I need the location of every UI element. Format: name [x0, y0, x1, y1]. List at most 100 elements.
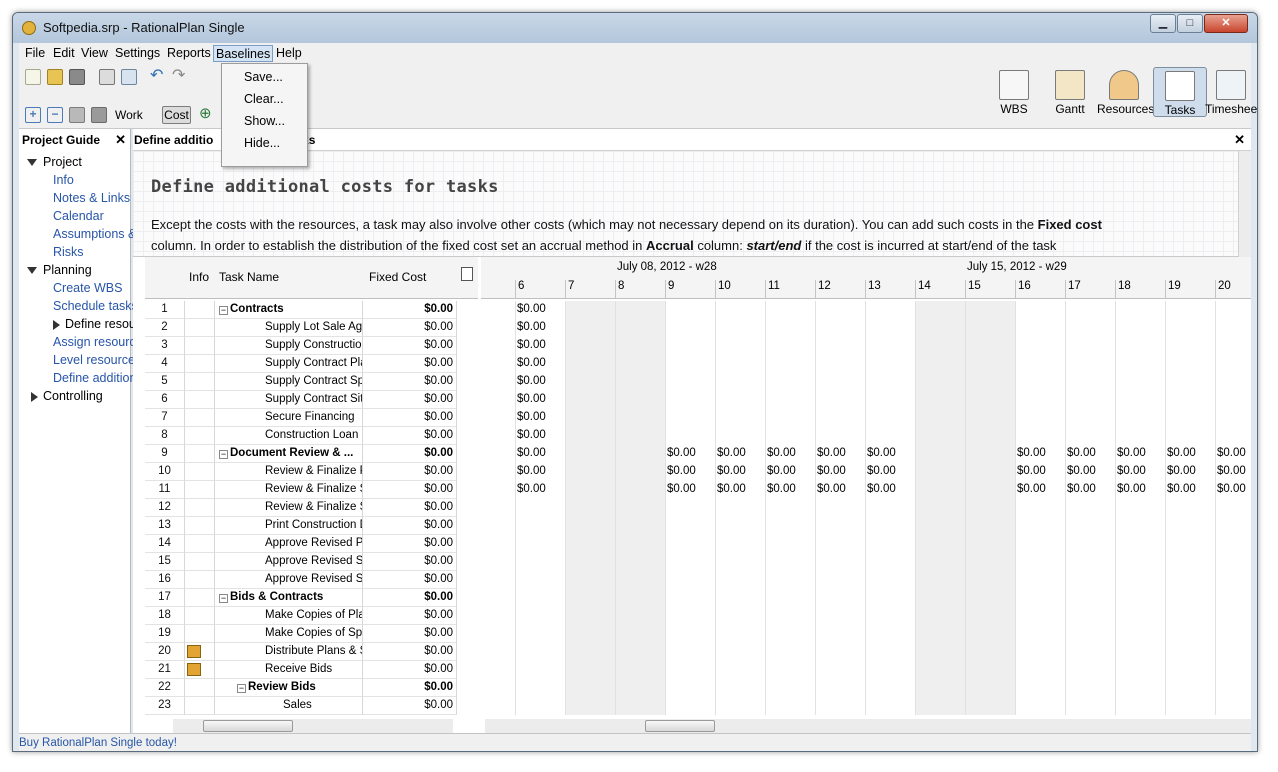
timeline-cost-cell[interactable]: $0.00: [865, 481, 915, 499]
fixed-cost-cell[interactable]: $0.00: [363, 391, 457, 409]
timeline-cost-cell[interactable]: $0.00: [865, 463, 915, 481]
task-name-cell[interactable]: Supply Lot Sale Agre...: [215, 319, 363, 337]
info-cell[interactable]: [185, 481, 215, 499]
fixed-cost-cell[interactable]: $0.00: [363, 481, 457, 499]
view-tasks-button[interactable]: Tasks: [1153, 67, 1207, 117]
info-cell[interactable]: [185, 355, 215, 373]
baseline-hide-item[interactable]: Hide...: [244, 136, 280, 150]
row-number[interactable]: 17: [145, 589, 185, 607]
info-cell[interactable]: [185, 679, 215, 697]
menu-edit[interactable]: Edit: [51, 45, 77, 62]
task-name-cell[interactable]: Print Construction Dr...: [215, 517, 363, 535]
info-cell[interactable]: [185, 607, 215, 625]
row-number[interactable]: 2: [145, 319, 185, 337]
print-icon[interactable]: [99, 69, 115, 85]
info-cell[interactable]: [185, 301, 215, 319]
task-table-hscroll[interactable]: [173, 719, 453, 733]
cost-toggle[interactable]: Cost: [162, 106, 191, 124]
collapse-node-icon[interactable]: −: [237, 684, 246, 693]
info-cell[interactable]: [185, 517, 215, 535]
timeline-cost-cell[interactable]: $0.00: [665, 481, 715, 499]
task-name-cell[interactable]: Make Copies of Plan...: [215, 607, 363, 625]
row-number[interactable]: 13: [145, 517, 185, 535]
title-bar[interactable]: Softpedia.srp - RationalPlan Single ▁ □ …: [13, 13, 1257, 43]
row-number[interactable]: 7: [145, 409, 185, 427]
fixed-cost-cell[interactable]: $0.00: [363, 625, 457, 643]
timeline-cost-cell[interactable]: $0.00: [815, 445, 865, 463]
collapse-node-icon[interactable]: −: [219, 594, 228, 603]
fixed-cost-cell[interactable]: $0.00: [363, 373, 457, 391]
fixed-cost-cell[interactable]: $0.00: [363, 535, 457, 553]
info-cell[interactable]: [185, 589, 215, 607]
timeline-cost-cell[interactable]: $0.00: [715, 463, 765, 481]
info-cell[interactable]: [185, 499, 215, 517]
help-scrollbar[interactable]: [1238, 151, 1251, 257]
row-number[interactable]: 15: [145, 553, 185, 571]
timeline-cost-cell[interactable]: $0.00: [1015, 445, 1065, 463]
timeline-cost-cell[interactable]: $0.00: [765, 463, 815, 481]
task-name-cell[interactable]: Supply Construction ...: [215, 337, 363, 355]
expand-icon[interactable]: +: [25, 107, 41, 123]
view-gantt-button[interactable]: Gantt: [1043, 67, 1097, 117]
info-cell[interactable]: [185, 445, 215, 463]
timeline-hscroll[interactable]: [485, 719, 1251, 733]
task-name-cell[interactable]: Supply Contract Spe...: [215, 373, 363, 391]
timeline-cost-cell[interactable]: $0.00: [865, 445, 915, 463]
guide-link-calendar[interactable]: Calendar: [53, 209, 104, 223]
redo-icon[interactable]: ↷: [172, 68, 188, 85]
undo-icon[interactable]: ↶: [150, 68, 166, 85]
info-cell[interactable]: [185, 661, 215, 679]
fixed-cost-cell[interactable]: $0.00: [363, 337, 457, 355]
info-cell[interactable]: [185, 409, 215, 427]
task-name-cell[interactable]: Make Copies of Spec...: [215, 625, 363, 643]
fixed-cost-cell[interactable]: $0.00: [363, 679, 457, 697]
task-name-cell[interactable]: − Review Bids: [215, 679, 363, 697]
fixed-cost-cell[interactable]: $0.00: [363, 571, 457, 589]
fixed-cost-cell[interactable]: $0.00: [363, 661, 457, 679]
task-name-cell[interactable]: Review & Finalize Sit...: [215, 499, 363, 517]
menu-help[interactable]: Help: [274, 45, 304, 62]
info-cell[interactable]: [185, 535, 215, 553]
guide-link-create-wbs[interactable]: Create WBS: [53, 281, 122, 295]
fixed-cost-cell[interactable]: $0.00: [363, 643, 457, 661]
timeline-cost-cell[interactable]: $0.00: [1115, 445, 1165, 463]
timeline-cost-cell[interactable]: $0.00: [665, 463, 715, 481]
task-name-cell[interactable]: Sales: [215, 697, 363, 715]
task-name-cell[interactable]: Supply Contract Site...: [215, 391, 363, 409]
col-header-task-name[interactable]: Task Name: [219, 270, 279, 284]
task-name-cell[interactable]: Approve Revised Sit...: [215, 571, 363, 589]
fixed-cost-cell[interactable]: $0.00: [363, 607, 457, 625]
resource-info-icon[interactable]: [187, 663, 201, 676]
expand-arrow-icon[interactable]: [27, 159, 37, 166]
timeline-cost-cell[interactable]: $0.00: [1215, 463, 1257, 481]
guide-link-assign-resources[interactable]: Assign resourc: [53, 335, 136, 349]
info-cell[interactable]: [185, 625, 215, 643]
open-icon[interactable]: [47, 69, 63, 85]
buy-link[interactable]: Buy RationalPlan Single today!: [19, 737, 177, 749]
guide-project[interactable]: Project: [43, 155, 82, 169]
info-cell[interactable]: [185, 553, 215, 571]
baseline-show-item[interactable]: Show...: [244, 114, 285, 128]
info-cell[interactable]: [185, 697, 215, 715]
new-icon[interactable]: [25, 69, 41, 85]
row-number[interactable]: 5: [145, 373, 185, 391]
row-number[interactable]: 10: [145, 463, 185, 481]
col-header-fixed-cost[interactable]: Fixed Cost: [369, 270, 426, 284]
info-cell[interactable]: [185, 373, 215, 391]
column-chooser-icon[interactable]: [461, 267, 473, 281]
timeline-cost-cell[interactable]: $0.00: [515, 301, 565, 319]
expand-arrow-icon[interactable]: [27, 267, 37, 274]
close-button[interactable]: ✕: [1204, 14, 1248, 33]
fixed-cost-cell[interactable]: $0.00: [363, 445, 457, 463]
info-cell[interactable]: [185, 463, 215, 481]
task-name-cell[interactable]: − Contracts: [215, 301, 363, 319]
menu-settings[interactable]: Settings: [113, 45, 162, 62]
collapse-node-icon[interactable]: −: [219, 306, 228, 315]
minimize-button[interactable]: ▁: [1150, 14, 1176, 33]
row-number[interactable]: 23: [145, 697, 185, 715]
timeline-cost-cell[interactable]: $0.00: [715, 481, 765, 499]
timeline-cost-cell[interactable]: $0.00: [1165, 481, 1215, 499]
row-number[interactable]: 11: [145, 481, 185, 499]
resource-info-icon[interactable]: [187, 645, 201, 658]
timeline-cost-cell[interactable]: $0.00: [1065, 445, 1115, 463]
